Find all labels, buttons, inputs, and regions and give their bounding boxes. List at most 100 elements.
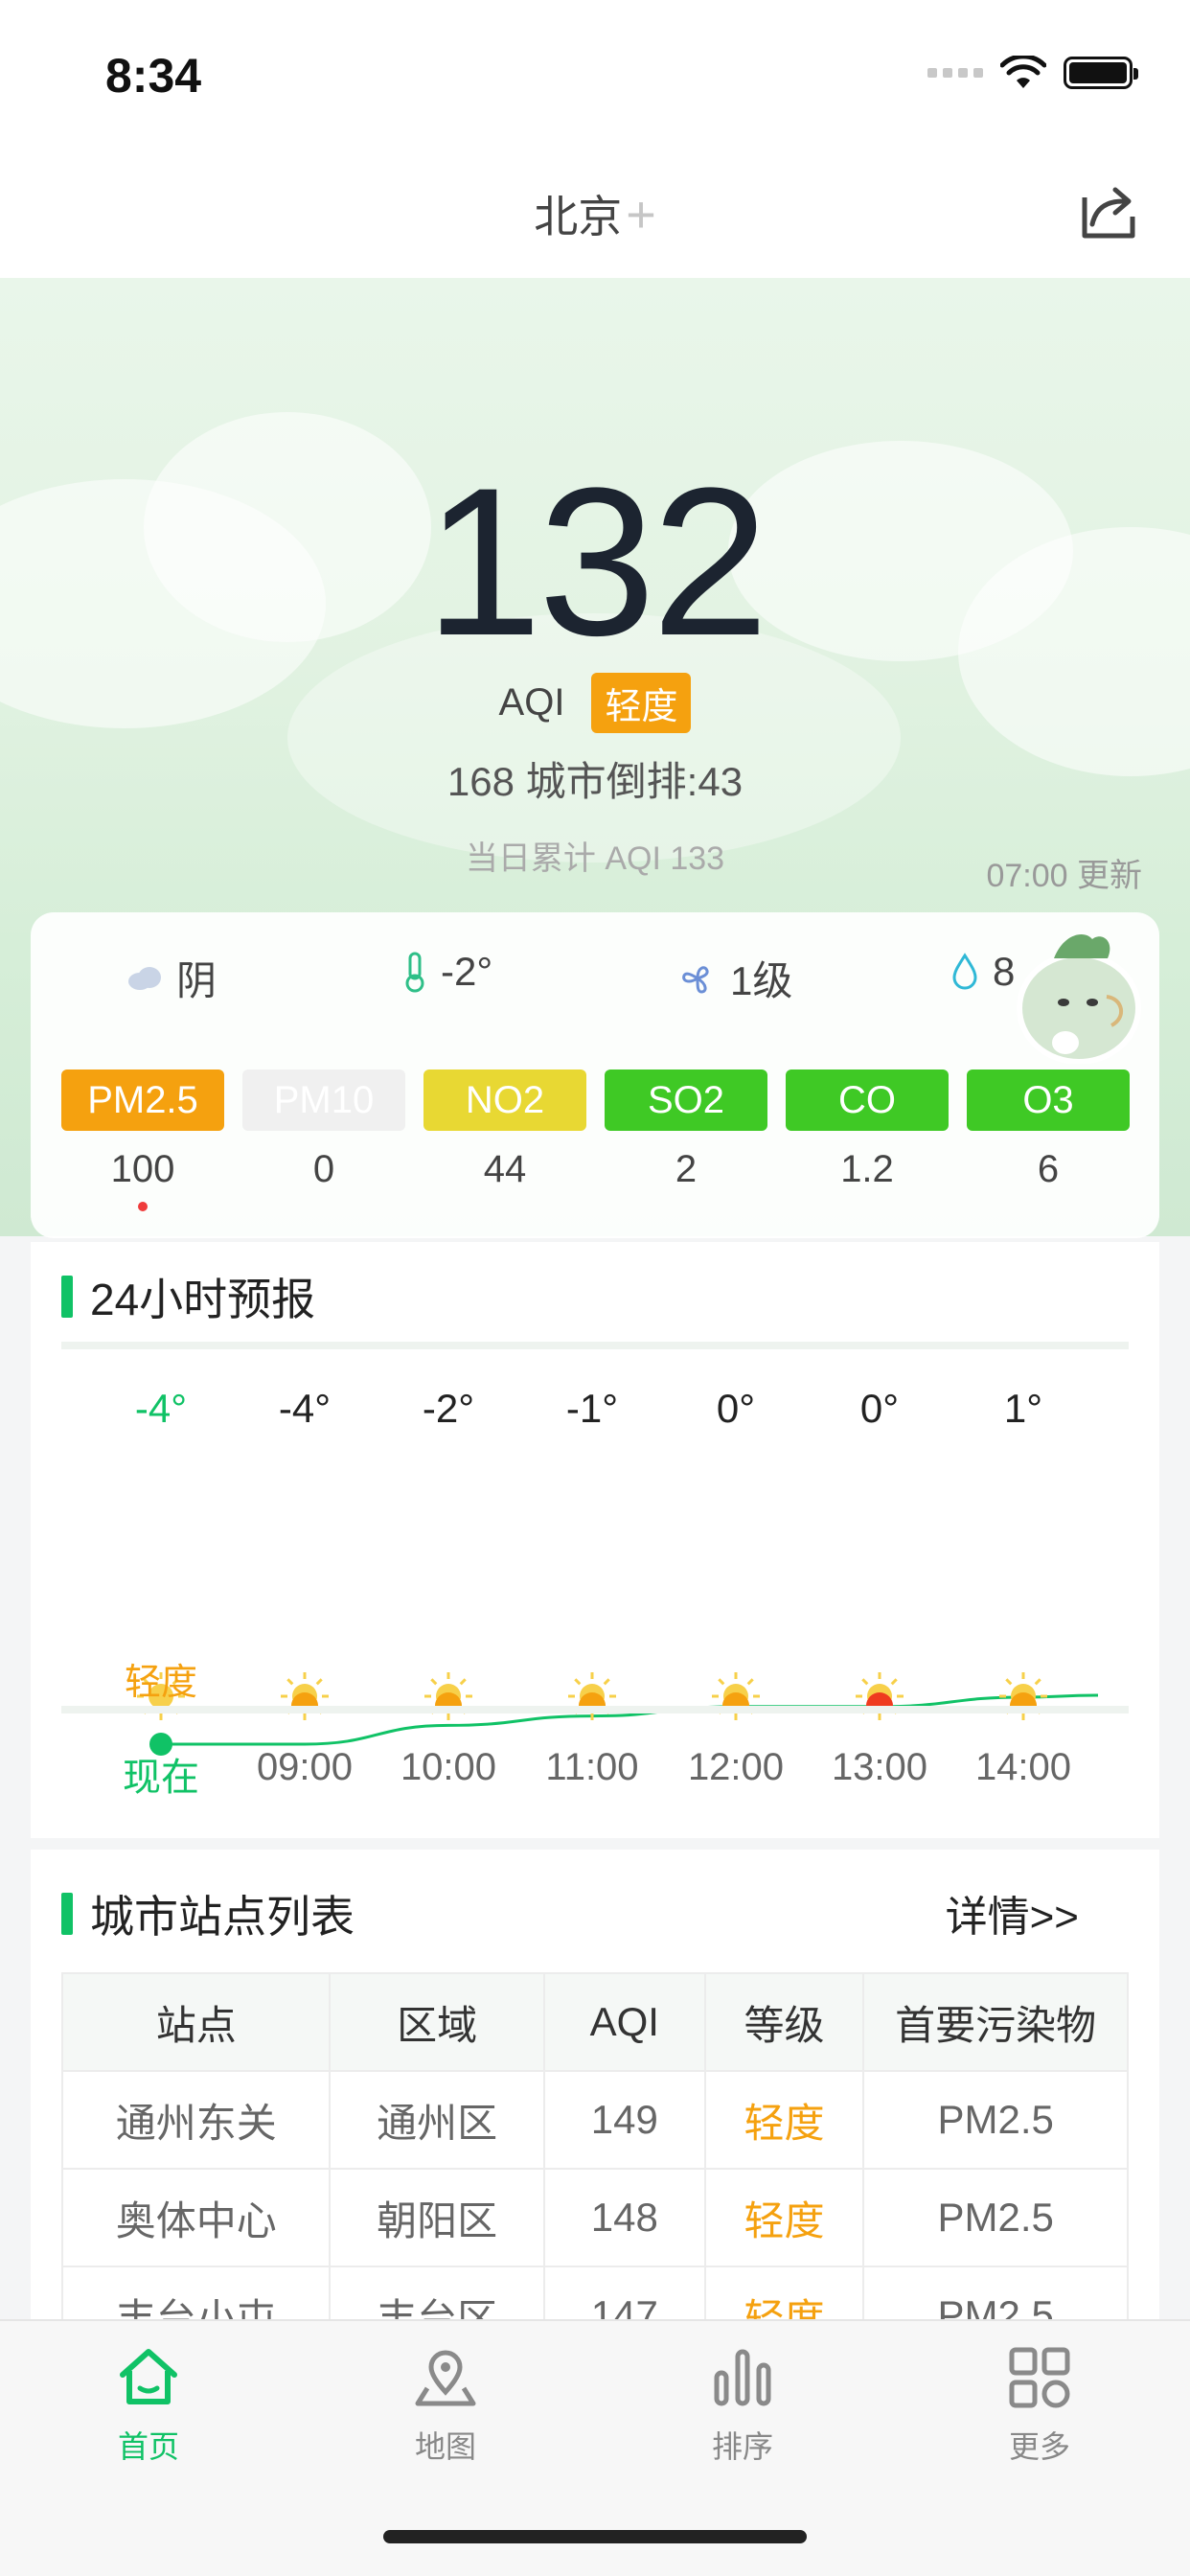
- fan-icon: [682, 965, 709, 994]
- pollutant-row: PM2.5 100 PM10 0 NO2 44 SO2 2 CO 1.2 O3 6: [61, 1070, 1130, 1211]
- home-indicator: [383, 2530, 807, 2543]
- humidity-text: 8: [993, 949, 1016, 994]
- status-time: 8:34: [105, 49, 202, 103]
- aqi-label: AQI: [498, 681, 565, 724]
- pollutant-value-text: 100: [110, 1148, 175, 1190]
- divider: [61, 1706, 1129, 1714]
- pollutant-name-badge: PM2.5: [61, 1070, 224, 1131]
- tab-ranking[interactable]: 排序: [647, 2344, 838, 2467]
- city-selector[interactable]: 北京+: [0, 182, 1190, 245]
- cellular-signal-icon: [927, 68, 983, 78]
- pollutant-value: 6: [967, 1148, 1130, 1191]
- grid-icon: [1009, 2347, 1070, 2408]
- station-list-card: 城市站点列表 详情>> 站点 区域 AQI 等级 首要污染物 通州东关 通州区 149 轻度 P…: [31, 1850, 1159, 2329]
- wifi-icon: [1000, 56, 1046, 88]
- city-name: 北京: [534, 192, 623, 242]
- pollutant-value-text: 44: [483, 1148, 527, 1190]
- pollutant-value-text: 0: [312, 1148, 335, 1190]
- hour-temperature: -2°: [422, 1386, 475, 1431]
- hour-aqi-level: 轻度: [124, 1663, 197, 1703]
- hour-time: 现在: [123, 1757, 199, 1799]
- aqi-level-badge: 轻度: [591, 673, 692, 733]
- forecast-title-text: 24小时预报: [90, 1275, 316, 1324]
- table-cell: 通州东关: [60, 2070, 332, 2170]
- city-rank[interactable]: 168 城市倒排:43: [0, 749, 1190, 808]
- selected-dot-indicator: [138, 1202, 148, 1211]
- tab-label: 地图: [414, 2429, 476, 2464]
- pollutant-name-badge: O3: [967, 1070, 1130, 1131]
- table-row[interactable]: 奥体中心 朝阳区 148 轻度 PM2.5: [60, 2168, 1129, 2267]
- pollutant-value: 0: [242, 1148, 405, 1191]
- table-cell: PM2.5: [862, 2168, 1129, 2267]
- weather-pollutant-card: 阴 -2° 1级 8 PM2.5 100 PM10 0 NO2 44 SO2 2…: [31, 912, 1159, 1238]
- weather-condition: 阴: [126, 949, 217, 1007]
- table-header-cell: AQI: [542, 1972, 706, 2072]
- battery-icon: [1064, 57, 1138, 89]
- add-city-icon[interactable]: +: [626, 186, 656, 243]
- table-cell: 149: [542, 2070, 706, 2170]
- hour-time: 12:00: [687, 1746, 785, 1788]
- thermometer-icon: [405, 952, 424, 993]
- share-icon[interactable]: [1075, 178, 1142, 245]
- weather-wind: 1级: [678, 949, 792, 1007]
- pollutant-cell[interactable]: O3 6: [967, 1070, 1130, 1191]
- weather-humidity: 8: [950, 949, 1015, 995]
- temperature-text: -2°: [441, 949, 493, 994]
- hour-temperature: 0°: [716, 1386, 756, 1431]
- update-time: 07:00 更新: [986, 858, 1142, 894]
- hour-time: 10:00: [400, 1746, 497, 1788]
- table-cell: 通州区: [329, 2070, 545, 2170]
- pollutant-value: 100: [61, 1148, 224, 1211]
- pollutant-name-badge: PM10: [242, 1070, 405, 1131]
- tab-label: 排序: [711, 2429, 773, 2464]
- table-header-cell: 站点: [60, 1972, 332, 2072]
- pollutant-cell[interactable]: CO 1.2: [786, 1070, 949, 1191]
- app-root: 8:34 北京+ 132 AQI 轻度 168 城市倒排:43 当日累计 AQI…: [0, 0, 1190, 2576]
- pollutant-cell[interactable]: NO2 44: [423, 1070, 586, 1191]
- tab-more[interactable]: 更多: [944, 2344, 1135, 2467]
- details-link[interactable]: 详情>>: [946, 1882, 1079, 1944]
- mascot-icon[interactable]: [1016, 930, 1142, 1064]
- table-header-cell: 首要污染物: [862, 1972, 1129, 2072]
- tab-home[interactable]: 首页: [53, 2344, 244, 2467]
- pollutant-cell[interactable]: SO2 2: [605, 1070, 767, 1191]
- pollutant-value: 2: [605, 1148, 767, 1191]
- station-table: 站点 区域 AQI 等级 首要污染物 通州东关 通州区 149 轻度 PM2.5 奥体中心 朝阳区 1…: [60, 1972, 1129, 2329]
- wind-text: 1级: [730, 958, 793, 1003]
- table-cell: PM2.5: [862, 2070, 1129, 2170]
- table-row[interactable]: 通州东关 通州区 149 轻度 PM2.5: [60, 2070, 1129, 2170]
- aqi-label-row: AQI 轻度: [0, 673, 1190, 733]
- pollutant-value-text: 2: [675, 1148, 698, 1190]
- pollutant-value-text: 1.2: [840, 1148, 894, 1190]
- hour-temperature: -4°: [278, 1386, 332, 1431]
- section-marker: [61, 1276, 73, 1318]
- tab-label: 更多: [1008, 2429, 1070, 2464]
- forecast-card: 24小时预报 -4° 轻度 现在 -4° 09:00 -2° 10:00 -1° 11:00 0°…: [31, 1242, 1159, 1838]
- forecast-title: 24小时预报: [61, 1265, 315, 1328]
- pollutant-cell[interactable]: PM10 0: [242, 1070, 405, 1191]
- status-icons: [927, 56, 1138, 90]
- station-list-title: 城市站点列表: [61, 1882, 355, 1945]
- section-marker: [61, 1893, 73, 1935]
- table-cell: 朝阳区: [329, 2168, 545, 2267]
- pollutant-value: 44: [423, 1148, 586, 1191]
- table-header-row: 站点 区域 AQI 等级 首要污染物: [60, 1972, 1129, 2072]
- bar-chart-icon: [714, 2349, 771, 2406]
- pollutant-name-badge: SO2: [605, 1070, 767, 1131]
- table-header-cell: 区域: [329, 1972, 545, 2072]
- tab-map[interactable]: 地图: [350, 2344, 541, 2467]
- table-header-cell: 等级: [703, 1972, 865, 2072]
- cloud-icon: [128, 966, 161, 990]
- pollutant-value-text: 6: [1037, 1148, 1060, 1190]
- water-drop-icon: [952, 953, 977, 990]
- station-list-title-text: 城市站点列表: [90, 1892, 355, 1942]
- weather-condition-text: 阴: [176, 958, 217, 1003]
- pollutant-name-badge: CO: [786, 1070, 949, 1131]
- table-cell: 148: [542, 2168, 706, 2267]
- hour-time: 09:00: [256, 1746, 354, 1788]
- pollutant-cell[interactable]: PM2.5 100: [61, 1070, 224, 1211]
- table-cell: 轻度: [703, 2168, 865, 2267]
- aqi-value: 132: [424, 444, 768, 679]
- hour-temperature: -4°: [134, 1386, 188, 1431]
- home-icon: [120, 2349, 177, 2404]
